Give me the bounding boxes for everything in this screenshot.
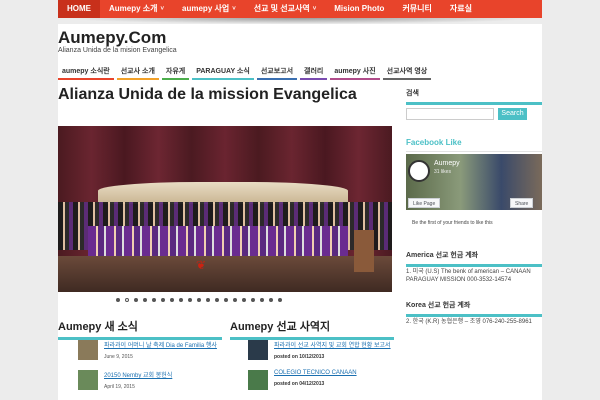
slider-dot[interactable]	[269, 298, 273, 302]
post-link[interactable]: 파라과이 선교 사역지 및 교회 연합 현황 보고서	[274, 340, 391, 349]
top-nav-label: HOME	[67, 4, 91, 13]
facebook-like-title: Facebook Like	[406, 138, 542, 152]
search-label: 검색	[406, 88, 542, 105]
chevron-down-icon: ˅	[232, 6, 236, 12]
top-nav-label: Aumepy 소개	[109, 4, 158, 13]
slider-dot[interactable]	[206, 298, 210, 302]
post-title[interactable]: Alianza Unida de la mission Evangelica	[58, 86, 394, 103]
slider-dot[interactable]	[242, 298, 246, 302]
top-nav-item[interactable]: 선교 및 선교사역 ˅	[245, 0, 325, 18]
chevron-down-icon: ˅	[160, 6, 165, 12]
post-link[interactable]: 파라과이 어머니 날 축제 Dia de Familia 행사	[104, 340, 217, 349]
slider-dot[interactable]	[116, 298, 120, 302]
america-account-title: America 선교 헌금 계좌	[406, 250, 542, 267]
korea-account-text: 2. 한국 (K.R) 농협은행 – 조영 076-240-255-8961	[406, 319, 532, 325]
top-nav-item[interactable]: Aumepy 소개 ˅	[100, 0, 173, 18]
slider-dot[interactable]	[224, 298, 228, 302]
top-nav-bar: HOME Aumepy 소개 ˅ aumepy 사업 ˅ 선교 및 선교사역 ˅ Mision…	[58, 0, 542, 18]
category-tab[interactable]: 갤러리	[300, 66, 328, 80]
facebook-friends-text: Be the first of your friends to like thi…	[412, 220, 493, 226]
slider-dot[interactable]	[260, 298, 264, 302]
category-tab[interactable]: 선교사 소개	[116, 66, 159, 80]
facebook-page-logo	[408, 160, 430, 182]
category-tab[interactable]: aumepy 소식란	[58, 66, 114, 80]
slider-dot[interactable]	[188, 298, 192, 302]
slide-image-podium	[354, 230, 374, 272]
slider-dot[interactable]	[233, 298, 237, 302]
featured-slider[interactable]: ❦	[58, 126, 392, 292]
top-nav-label: 선교 및 선교사역	[253, 4, 310, 13]
facebook-share-button[interactable]: Share	[510, 198, 534, 208]
slider-dot[interactable]	[143, 298, 147, 302]
chevron-down-icon: ˅	[312, 6, 317, 12]
top-nav-item[interactable]: 자료실	[441, 0, 481, 18]
post-link[interactable]: 20150 Nemby 교회 봉헌식	[104, 370, 172, 379]
category-tab[interactable]: PARAGUAY 소식	[192, 66, 254, 80]
slider-dot[interactable]	[134, 298, 138, 302]
post-date: April 19, 2015	[104, 384, 135, 390]
post-date: June 9, 2015	[104, 354, 133, 360]
top-nav-item[interactable]: HOME	[58, 0, 100, 18]
slide-image-front-row	[88, 226, 348, 256]
korea-account-title: Korea 선교 헌금 계좌	[406, 300, 542, 317]
facebook-like-button[interactable]: Like Page	[408, 198, 441, 208]
search-button[interactable]: Search	[498, 108, 527, 120]
list-item: 파라과이 선교 사역지 및 교회 연합 현황 보고서 posted on 10/1…	[248, 340, 408, 360]
post-thumbnail[interactable]	[248, 370, 268, 390]
section-heading-news: Aumepy 새 소식	[58, 318, 222, 340]
top-nav-label: Mision Photo	[334, 4, 385, 13]
america-account-text: 1. 미국 (U.S) The benk of american – CANAA…	[406, 269, 531, 283]
slider-dot[interactable]	[197, 298, 201, 302]
site-title[interactable]: Aumepy.Com	[58, 28, 166, 48]
top-nav-label: 커뮤니티	[402, 4, 432, 13]
post-thumbnail[interactable]	[78, 370, 98, 390]
slider-dot[interactable]	[251, 298, 255, 302]
top-nav-label: 자료실	[449, 4, 472, 13]
facebook-page-name[interactable]: Aumepy	[434, 160, 460, 167]
slider-dot[interactable]	[179, 298, 183, 302]
slider-dot[interactable]	[125, 298, 129, 302]
top-nav-label: aumepy 사업	[182, 4, 230, 13]
post-link[interactable]: COLEGIO TECNICO CANAAN	[274, 370, 357, 376]
post-date: posted on 04/12/2013	[274, 381, 325, 387]
search-input[interactable]	[406, 108, 494, 120]
slider-dot[interactable]	[152, 298, 156, 302]
site-tagline: Alianza Unida de la mision Evangelica	[58, 47, 177, 54]
facebook-page-widget[interactable]: Aumepy 31 likes Like Page Share	[406, 154, 542, 210]
category-tab[interactable]: 선교보고서	[256, 66, 298, 80]
slide-image-stage	[58, 256, 392, 292]
category-tab[interactable]: aumepy 사진	[330, 66, 380, 80]
top-nav-item[interactable]: Mision Photo	[325, 0, 393, 18]
page-content: Aumepy.Com Alianza Unida de la mision Ev…	[58, 24, 542, 400]
top-nav-item[interactable]: 커뮤니티	[393, 0, 440, 18]
post-date: posted on 10/12/2013	[274, 354, 325, 360]
post-thumbnail[interactable]	[78, 340, 98, 360]
slider-dot[interactable]	[170, 298, 174, 302]
list-item: 20150 Nemby 교회 봉헌식 April 19, 2015	[78, 370, 238, 390]
category-nav: aumepy 소식란 선교사 소개 자유게 PARAGUAY 소식 선교보고서 갤러리 au…	[58, 66, 432, 80]
slider-dot[interactable]	[278, 298, 282, 302]
list-item: 파라과이 어머니 날 축제 Dia de Familia 행사 June 9, 2…	[78, 340, 238, 360]
section-heading-mission: Aumepy 선교 사역지	[230, 318, 394, 340]
slider-dot[interactable]	[161, 298, 165, 302]
slide-image-valance	[98, 182, 348, 204]
top-nav-item[interactable]: aumepy 사업 ˅	[173, 0, 245, 18]
slider-dots	[116, 298, 287, 302]
post-thumbnail[interactable]	[248, 340, 268, 360]
ribbon-icon: ❦	[196, 258, 207, 272]
category-tab[interactable]: 자유게	[161, 66, 190, 80]
list-item: COLEGIO TECNICO CANAAN posted on 04/12/20…	[248, 370, 408, 390]
facebook-like-count: 31 likes	[434, 169, 451, 175]
category-tab[interactable]: 선교사역 영상	[382, 66, 432, 80]
slider-dot[interactable]	[215, 298, 219, 302]
